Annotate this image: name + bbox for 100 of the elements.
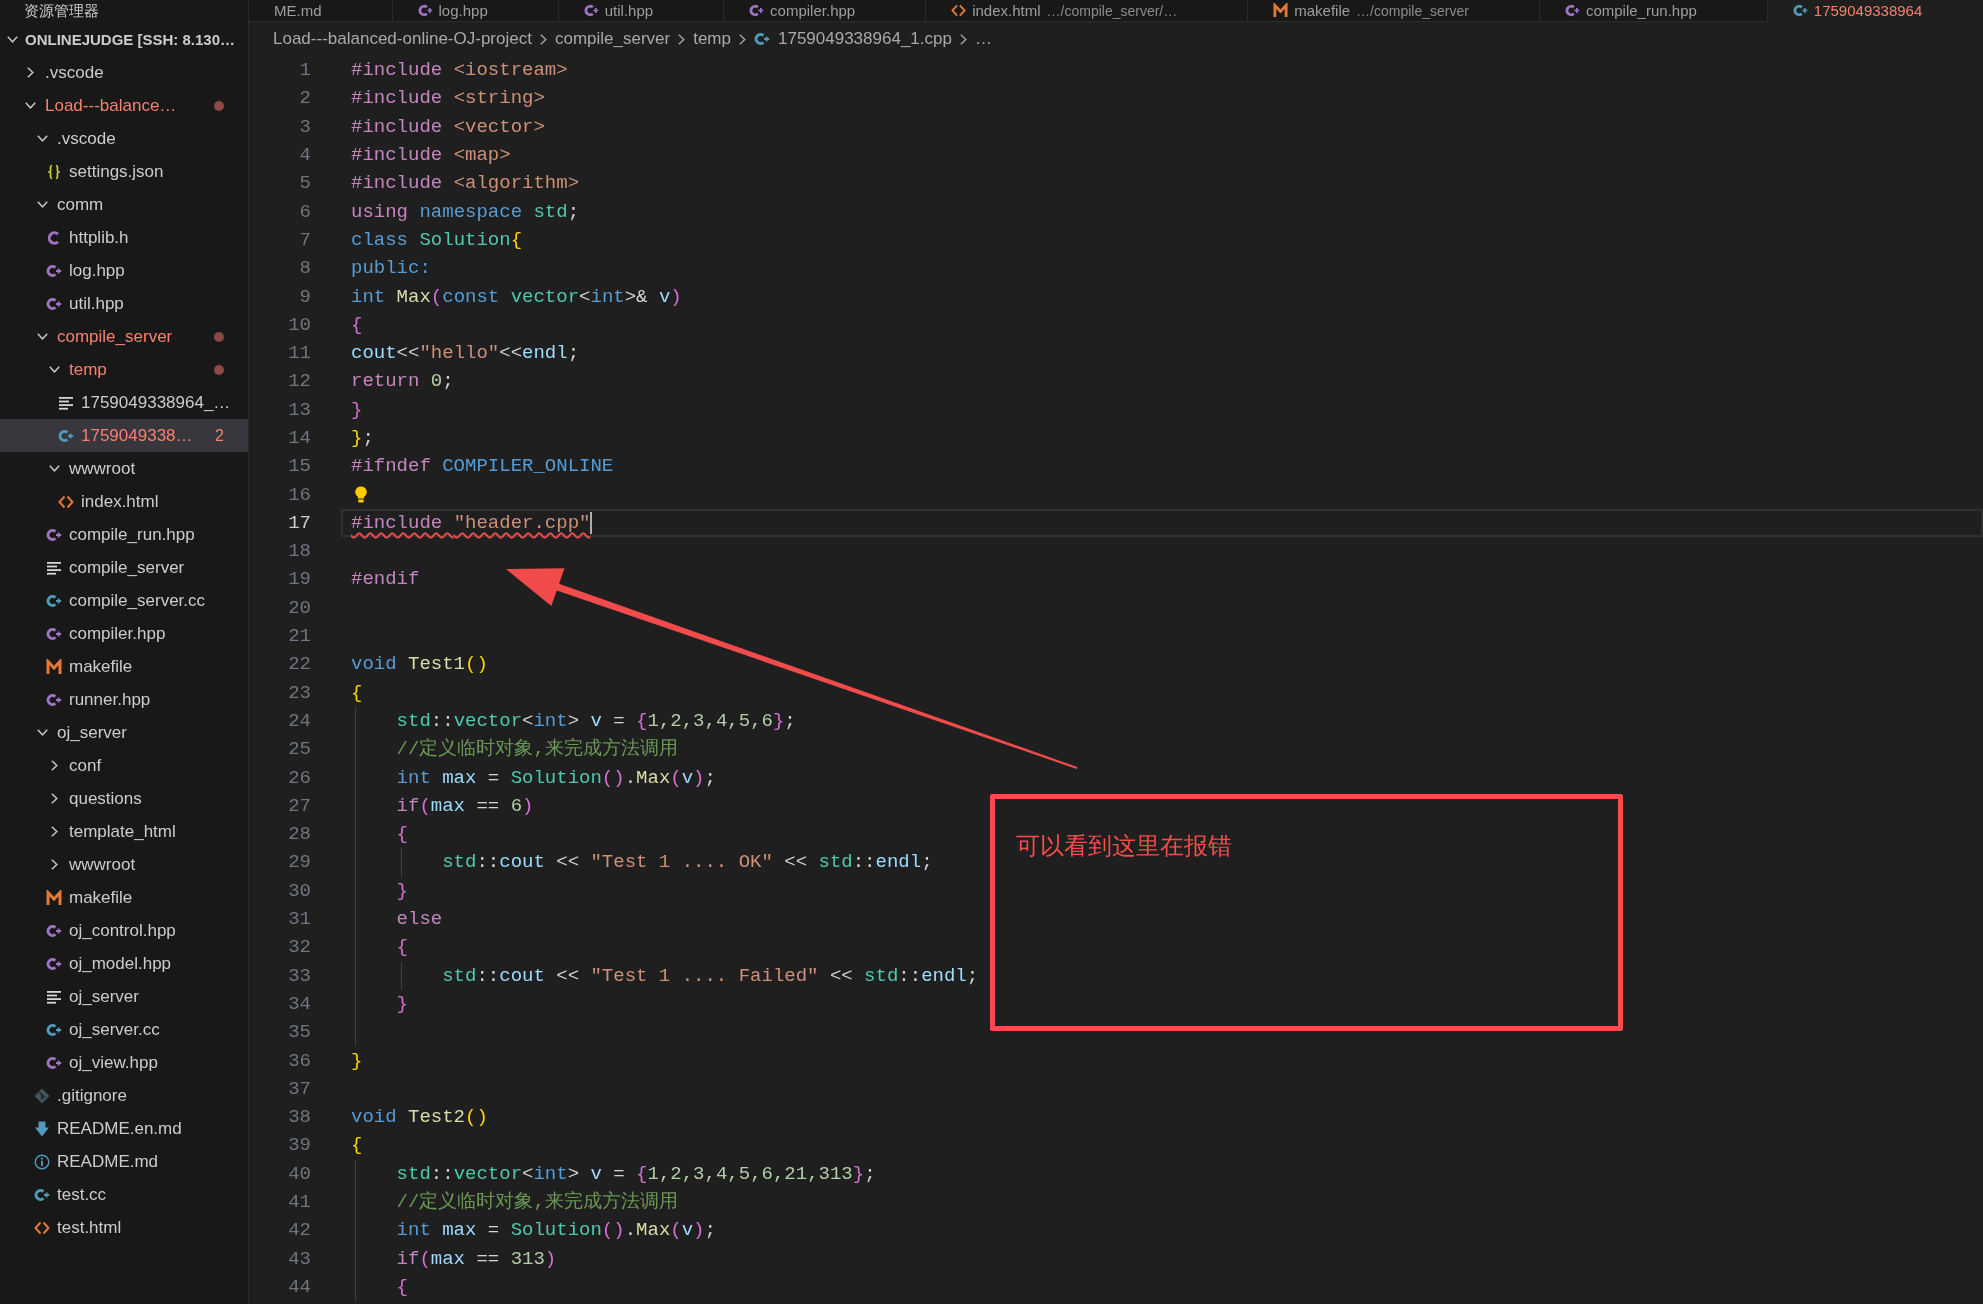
code-line: #endif (351, 567, 420, 592)
tree-item[interactable]: .vscode (0, 56, 248, 89)
chevron-right-icon (739, 33, 746, 45)
tree-item[interactable]: 1759049338… 2 (0, 419, 248, 452)
line-number: 2 (299, 86, 311, 111)
tree-item[interactable]: .gitignore (0, 1079, 248, 1112)
breadcrumb-item[interactable]: temp (693, 29, 731, 49)
tree-item[interactable]: wwwroot (0, 848, 248, 881)
breadcrumb-item[interactable]: 1759049338964_1.cpp (754, 29, 952, 49)
editor-tab[interactable]: ME.md (249, 0, 393, 22)
cpp-file-icon (1792, 3, 1808, 18)
line-number: 37 (288, 1076, 311, 1101)
cpp-file-icon (46, 922, 62, 939)
code-line: public: (351, 256, 431, 281)
tree-item[interactable]: oj_control.hpp (0, 914, 248, 947)
code-line: } (396, 878, 408, 903)
cpp-file-icon (46, 955, 62, 972)
tree-item[interactable]: oj_server (0, 716, 248, 749)
tree-item[interactable]: compiler.hpp (0, 617, 248, 650)
line-number: 35 (288, 1020, 311, 1045)
line-number: 1 (299, 58, 311, 83)
line-number: 43 (288, 1246, 311, 1271)
code-line: void Test2() (351, 1105, 488, 1130)
line-number: 36 (288, 1048, 311, 1073)
line-number: 7 (299, 227, 311, 252)
line-number: 25 (288, 737, 311, 762)
tree-item[interactable]: compile_run.hpp (0, 518, 248, 551)
editor-tab[interactable]: index.html …/compile_server/… (926, 0, 1249, 22)
editor-tab[interactable]: util.hpp (558, 0, 725, 22)
tree-item[interactable]: test.cc (0, 1178, 248, 1211)
tree-item[interactable]: temp (0, 353, 248, 386)
tree-item[interactable]: makefile (0, 650, 248, 683)
tree-item[interactable]: oj_server (0, 980, 248, 1013)
tree-item[interactable]: template_html (0, 815, 248, 848)
line-number: 6 (299, 199, 311, 224)
breadcrumb-item[interactable]: compile_server (554, 29, 671, 49)
chevron-right-icon (959, 33, 967, 45)
cpp-file-icon (46, 262, 62, 279)
tree-item[interactable]: 1759049338964_… (0, 386, 248, 419)
lines-icon (58, 394, 74, 411)
tree-item[interactable]: wwwroot (0, 452, 248, 485)
code-line: //定义临时对象,来完成方法调用 (396, 1190, 678, 1214)
tree-item[interactable]: compile_server.cc (0, 584, 248, 617)
tree-item[interactable]: oj_server.cc (0, 1013, 248, 1046)
line-number: 40 (288, 1161, 311, 1186)
tree-item[interactable]: settings.json (0, 155, 248, 188)
editor-tab[interactable]: makefile …/compile_server (1248, 0, 1540, 22)
code-line: //定义临时对象,来完成方法调用 (396, 737, 678, 762)
line-number: 4 (299, 143, 311, 168)
code-line: { (396, 935, 408, 960)
editor-tab[interactable]: compiler.hpp (724, 0, 927, 22)
line-number: 15 (288, 454, 311, 479)
tree-item[interactable]: makefile (0, 881, 248, 914)
tree-item[interactable]: index.html (0, 485, 248, 518)
tree-item[interactable]: .vscode (0, 122, 248, 155)
code-line: { (351, 1133, 363, 1158)
code-line: if(max == 313) (396, 1246, 557, 1271)
editor-tab[interactable]: 1759049338964 (1767, 0, 1983, 22)
line-number: 12 (288, 369, 311, 394)
code-line: int max = Solution().Max(v); (396, 1218, 716, 1243)
tree-item[interactable]: questions (0, 782, 248, 815)
cpp-file-icon (46, 295, 62, 312)
editor-tab[interactable]: compile_run.hpp (1539, 0, 1768, 22)
tree-item[interactable]: oj_model.hpp (0, 947, 248, 980)
breadcrumb-item[interactable]: … (974, 29, 992, 49)
code-line: return 0; (351, 369, 454, 394)
tree-item[interactable]: httplib.h (0, 221, 248, 254)
line-number: 23 (288, 680, 311, 705)
tree-item[interactable]: log.hpp (0, 254, 248, 287)
tree-item[interactable]: test.html (0, 1211, 248, 1244)
tree-item[interactable]: compile_server (0, 320, 248, 353)
line-number: 10 (288, 312, 311, 337)
tree-item[interactable]: conf (0, 749, 248, 782)
editor-tab[interactable]: log.hpp (392, 0, 559, 22)
line-number: 11 (288, 341, 311, 366)
line-number: 44 (288, 1274, 311, 1299)
code-line: { (351, 312, 363, 337)
tree-item[interactable]: README.en.md (0, 1112, 248, 1145)
tree-item[interactable]: compile_server (0, 551, 248, 584)
tree-item[interactable]: README.md (0, 1145, 248, 1178)
line-number: 27 (288, 793, 311, 818)
tree-item[interactable]: Load---balance… (0, 89, 248, 122)
code-line: #ifndef COMPILER_ONLINE (351, 454, 614, 479)
code-line: std::vector<int> v = {1,2,3,4,5,6,21,313}; (396, 1161, 876, 1186)
lightbulb-icon[interactable] (355, 486, 367, 504)
tree-item[interactable]: runner.hpp (0, 683, 248, 716)
line-number: 13 (288, 397, 311, 422)
line-number: 19 (288, 567, 311, 592)
tree-item[interactable]: util.hpp (0, 287, 248, 320)
code-line: std::vector<int> v = {1,2,3,4,5,6}; (396, 708, 796, 733)
line-number: 14 (288, 426, 311, 450)
tree-item[interactable]: oj_view.hpp (0, 1046, 248, 1079)
breadcrumb-item[interactable]: Load---balanced-online-OJ-project (273, 29, 532, 49)
line-number: 34 (288, 991, 311, 1016)
code-brackets-icon (951, 3, 967, 18)
explorer-section-header[interactable]: ONLINEJUDGE [SSH: 8.130… (0, 22, 248, 56)
line-number: 16 (288, 482, 311, 507)
code-line: class Solution{ (351, 227, 523, 252)
chevron-right-icon (539, 33, 547, 45)
tree-item[interactable]: comm (0, 188, 248, 221)
